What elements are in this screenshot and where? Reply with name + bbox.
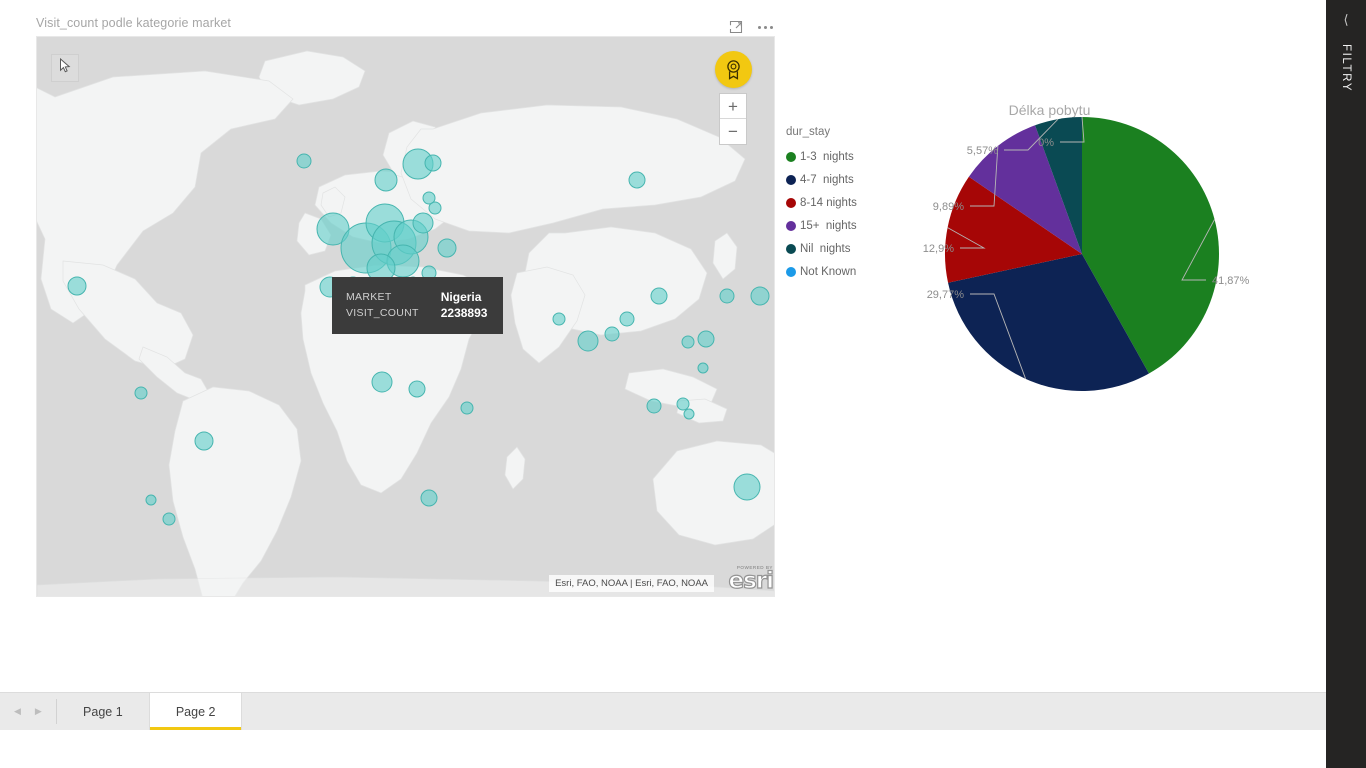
page-tab-page-2[interactable]: Page 2 bbox=[148, 693, 243, 730]
legend-swatch bbox=[786, 197, 796, 208]
legend-swatch bbox=[786, 243, 796, 254]
pie-data-label: 12,9% bbox=[923, 243, 954, 255]
filters-pane-rail: ⟨ FILTRY bbox=[1326, 0, 1366, 768]
cursor-select-icon bbox=[59, 57, 72, 78]
pie-data-label: 9,89% bbox=[933, 201, 964, 213]
filters-pane-label[interactable]: FILTRY bbox=[1340, 44, 1352, 92]
more-options-icon[interactable] bbox=[758, 19, 773, 36]
zoom-in-button[interactable]: + bbox=[720, 94, 746, 119]
esri-logo[interactable]: POWERED BY esri bbox=[716, 565, 774, 594]
select-tool-button[interactable] bbox=[51, 54, 79, 82]
visual-header-icons bbox=[728, 19, 773, 36]
award-badge-icon[interactable] bbox=[715, 51, 752, 88]
tooltip-row: VISIT_COUNT 2238893 bbox=[346, 305, 487, 321]
esri-wordmark: esri bbox=[728, 568, 774, 594]
map-attribution: Esri, FAO, NOAA | Esri, FAO, NOAA POWERE… bbox=[549, 565, 774, 594]
tooltip-value: Nigeria bbox=[440, 290, 482, 304]
map-zoom-controls[interactable]: + − bbox=[719, 93, 747, 145]
pie-visual[interactable]: Délka pobytu dur_stay 1-3 nights 4-7 nig… bbox=[782, 36, 1322, 597]
pie-slices[interactable] bbox=[944, 117, 1219, 392]
map-visual[interactable]: + − MARKET Nigeria VISIT_COUNT 2238893 E… bbox=[36, 36, 775, 597]
powerbi-report: Visit_count podle kategorie market + − M… bbox=[0, 0, 1366, 768]
report-canvas: Visit_count podle kategorie market + − M… bbox=[0, 0, 1326, 730]
legend-swatch bbox=[786, 220, 796, 231]
pie-data-label: 5,57% bbox=[967, 145, 998, 157]
page-tab-bar: ◀ ▶ Page 1 Page 2 bbox=[0, 692, 1326, 730]
chevron-right-icon[interactable]: ▶ bbox=[35, 706, 42, 717]
legend-swatch bbox=[786, 151, 796, 162]
tooltip-value: 2238893 bbox=[440, 306, 488, 320]
page-nav-arrows: ◀ ▶ bbox=[0, 693, 56, 730]
pie-data-label: 0% bbox=[1038, 137, 1054, 149]
pie-data-label: 29,77% bbox=[927, 289, 965, 301]
chevron-left-icon[interactable]: ◀ bbox=[14, 706, 21, 717]
pie-data-label: 41,87% bbox=[1212, 275, 1250, 287]
tooltip-key: VISIT_COUNT bbox=[346, 307, 419, 319]
pie-chart[interactable]: 41,87% 29,77% 12,9% 9,89% 5,57% 0% bbox=[842, 76, 1322, 436]
legend-swatch bbox=[786, 266, 796, 277]
zoom-out-button[interactable]: − bbox=[720, 119, 746, 144]
page-tab-page-1[interactable]: Page 1 bbox=[57, 693, 149, 730]
tooltip-key: MARKET bbox=[346, 291, 392, 303]
attribution-text: Esri, FAO, NOAA | Esri, FAO, NOAA bbox=[549, 575, 714, 592]
visual-title: Visit_count podle kategorie market bbox=[36, 16, 231, 30]
chevron-left-icon[interactable]: ⟨ bbox=[1343, 13, 1348, 26]
tooltip-row: MARKET Nigeria bbox=[346, 289, 487, 305]
legend-swatch bbox=[786, 174, 796, 185]
focus-mode-icon[interactable] bbox=[728, 19, 745, 36]
map-tooltip: MARKET Nigeria VISIT_COUNT 2238893 bbox=[332, 277, 504, 334]
